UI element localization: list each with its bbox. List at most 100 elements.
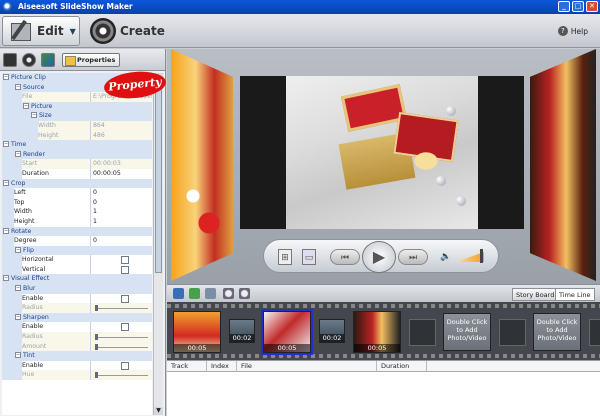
tab-properties[interactable]: Properties [62,53,120,67]
row-flip-vertical[interactable]: Vertical [2,264,152,275]
column-header-index[interactable]: Index [207,361,237,372]
blur-radius-slider[interactable] [90,303,152,313]
section-sharpen[interactable]: − Sharpen [2,312,152,323]
row-crop-top[interactable]: Top 0 [2,197,152,208]
minimize-icon[interactable]: _ [558,1,570,12]
app-icon [3,2,13,12]
row-blur-radius: Radius [2,303,152,313]
row-duration[interactable]: Duration 00:00:05 [2,168,152,179]
sharpen-radius-slider[interactable] [90,332,152,342]
row-tint-enable[interactable]: Enable [2,360,152,371]
close-icon[interactable]: ✕ [586,1,598,12]
volume-handle[interactable] [480,249,483,263]
next-button[interactable]: ⏭ [398,249,428,265]
row-sharpen-amount: Amount [2,341,152,352]
section-tint[interactable]: − Tint [2,351,152,361]
preview-image [286,76,478,229]
edit-icon [9,19,33,43]
chevron-down-icon[interactable]: ▼ [70,27,76,36]
previous-button[interactable]: ⏮ [330,249,360,265]
column-header-empty [427,361,600,372]
volume-icon[interactable]: 🔈 [440,249,452,265]
scroll-down-icon[interactable]: ▼ [154,407,163,415]
full-screen-icon[interactable]: ▭ [302,249,316,265]
flip-horizontal-checkbox[interactable] [90,255,152,265]
sharpen-amount-slider[interactable] [90,341,152,352]
window-controls: _ □ ✕ [558,1,598,12]
maximize-icon[interactable]: □ [572,1,584,12]
playback-controls: ⊞ ▭ ⏮ ▶ ⏭ 🔈 [263,239,499,273]
empty-transition-slot[interactable] [409,319,436,346]
column-header-duration[interactable]: Duration [377,361,427,372]
property-tree: −Picture Clip −Source FileE:\Program Fil… [2,73,152,415]
section-crop[interactable]: − Crop [2,178,152,189]
add-media-icon[interactable] [173,288,184,299]
preview-screen [240,76,524,229]
tab-media-icon[interactable] [3,53,17,67]
row-sharpen-radius: Radius [2,332,152,342]
panel-tabs: Properties [0,49,165,71]
film-reel-icon [90,18,116,44]
row-blur-enable[interactable]: Enable [2,293,152,304]
row-crop-width[interactable]: Width 1 [2,207,152,217]
add-text-icon[interactable] [205,288,216,299]
create-button[interactable]: Create [86,16,166,46]
ribbon-bow [406,146,446,176]
preview-area: ⊞ ▭ ⏮ ▶ ⏭ 🔈 [167,49,600,284]
next-slide-preview [530,49,596,281]
tint-hue-slider[interactable] [90,370,152,380]
section-size[interactable]: − Size [2,111,152,121]
column-header-track[interactable]: Track [167,361,207,372]
blur-enable-checkbox[interactable] [90,293,152,304]
storyboard-thumb-selected[interactable]: 00:05 [261,309,313,355]
row-sharpen-enable[interactable]: Enable [2,322,152,333]
window-title: Aiseesoft SlideShow Maker [18,2,133,11]
section-render[interactable]: − Render [2,149,152,160]
section-blur[interactable]: − Blur [2,284,152,294]
add-media-slot[interactable]: Double Click to Add Photo/Video [443,313,491,351]
storyboard-thumb[interactable]: 00:05 [173,311,221,353]
transition-thumb[interactable]: 00:02 [229,319,255,343]
track-table: Track Index File Duration [167,360,600,416]
row-crop-height[interactable]: Height 1 [2,216,152,227]
section-time[interactable]: − Time [2,140,152,150]
sharpen-enable-checkbox[interactable] [90,322,152,333]
section-visual-effect[interactable]: − Visual Effect [2,274,152,285]
row-width: Width 864 [2,120,152,131]
empty-transition-slot[interactable] [499,319,526,346]
section-rotate[interactable]: − Rotate [2,226,152,237]
flip-vertical-checkbox[interactable] [90,264,152,275]
storyboard-thumb[interactable]: 00:05 [353,311,401,353]
add-music-icon[interactable] [189,288,200,299]
edit-button[interactable]: Edit ▼ [2,16,80,46]
tab-story-board[interactable]: Story Board [512,288,559,301]
play-button[interactable]: ▶ [362,241,396,273]
film-perforations [167,304,600,308]
tint-enable-checkbox[interactable] [90,360,152,371]
create-label: Create [120,24,165,38]
transition-thumb[interactable]: 00:02 [319,319,345,343]
row-degree[interactable]: Degree 0 [2,236,152,246]
column-header-file[interactable]: File [237,361,377,372]
zoom-out-icon[interactable] [239,288,250,299]
tab-time-line[interactable]: Time Line [555,288,595,301]
empty-transition-slot[interactable] [589,319,600,346]
help-label: Help [570,26,588,36]
row-tint-hue: Hue [2,370,152,380]
main-toolbar: Edit ▼ Create ? Help [0,14,600,48]
row-crop-left[interactable]: Left 0 [2,188,152,198]
fit-screen-icon[interactable]: ⊞ [278,249,292,265]
scroll-thumb[interactable] [155,83,162,273]
previous-slide-preview [171,49,233,281]
row-flip-horizontal[interactable]: Horizontal [2,255,152,265]
add-media-slot[interactable]: Double Click to Add Photo/Video [533,313,581,351]
tab-effects-icon[interactable] [41,53,55,67]
section-picture[interactable]: − Picture [2,101,152,112]
tab-disc-icon[interactable] [22,53,36,67]
help-button[interactable]: ? Help [557,26,588,36]
section-flip[interactable]: − Flip [2,245,152,256]
property-scrollbar[interactable]: ▲ ▼ [153,73,163,415]
zoom-in-icon[interactable] [223,288,234,299]
title-bar: Aiseesoft SlideShow Maker _ □ ✕ [0,0,600,14]
timeline-toolbar: Story Board Time Line [167,284,600,302]
